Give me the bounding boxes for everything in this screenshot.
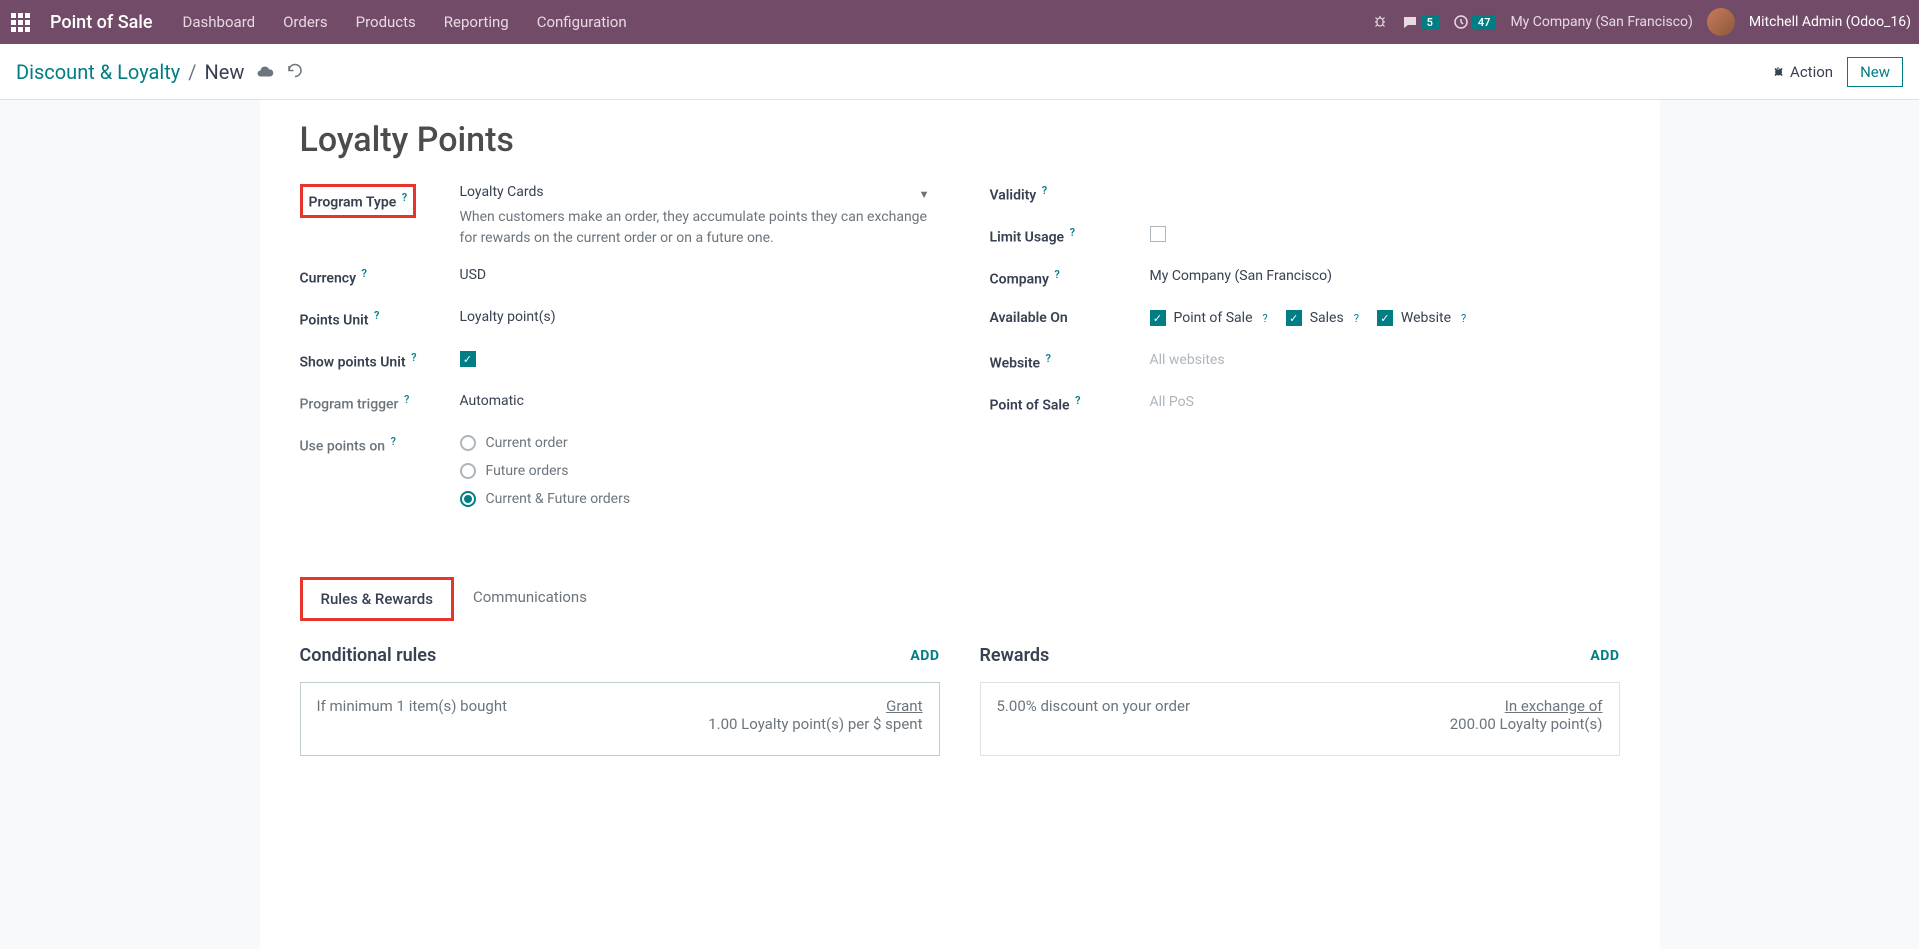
help-icon[interactable]: ? [1070, 226, 1075, 239]
debug-icon[interactable] [1372, 14, 1388, 30]
highlight-rules-tab: Rules & Rewards [300, 577, 454, 621]
limit-usage-checkbox[interactable] [1150, 226, 1166, 242]
validity-label: Validity [990, 188, 1037, 204]
pos-label: Point of Sale [990, 398, 1070, 414]
messaging-icon[interactable]: 5 [1402, 14, 1439, 30]
nav-dashboard[interactable]: Dashboard [183, 13, 256, 31]
reward-exchange-label: In exchange of [1450, 697, 1603, 715]
rule-card[interactable]: If minimum 1 item(s) bought Grant 1.00 L… [300, 682, 940, 756]
main-navbar: Point of Sale Dashboard Orders Products … [0, 0, 1919, 44]
add-reward-button[interactable]: ADD [1590, 648, 1619, 664]
reward-card[interactable]: 5.00% discount on your order In exchange… [980, 682, 1620, 756]
program-trigger-value: Automatic [460, 393, 930, 409]
new-button[interactable]: New [1847, 57, 1903, 87]
available-on-website-checkbox[interactable] [1377, 310, 1393, 326]
help-icon[interactable]: ? [1046, 352, 1051, 365]
user-menu[interactable]: Mitchell Admin (Odoo_16) [1749, 14, 1911, 30]
control-panel: Discount & Loyalty / New Action New [0, 44, 1919, 100]
help-icon[interactable]: ? [404, 393, 409, 406]
reward-exchange-value: 200.00 Loyalty point(s) [1450, 715, 1603, 733]
help-icon[interactable]: ? [1263, 312, 1268, 325]
pos-value[interactable]: All PoS [1150, 394, 1620, 410]
radio-future-orders[interactable] [460, 463, 476, 479]
rewards-title: Rewards [980, 645, 1050, 666]
help-icon[interactable]: ? [362, 267, 367, 280]
nav-reporting[interactable]: Reporting [444, 13, 509, 31]
available-on-label: Available On [990, 310, 1068, 326]
discard-icon[interactable] [286, 63, 304, 81]
form-sheet: Loyalty Points Program Type ? Loyalty Ca… [260, 100, 1660, 949]
company-switcher[interactable]: My Company (San Francisco) [1510, 14, 1692, 30]
use-points-on-label: Use points on [300, 439, 386, 455]
help-icon[interactable]: ? [391, 435, 396, 448]
nav-products[interactable]: Products [356, 13, 416, 31]
nav-orders[interactable]: Orders [283, 13, 328, 31]
help-icon[interactable]: ? [1075, 394, 1080, 407]
points-unit-label: Points Unit [300, 313, 369, 329]
available-on-website-label: Website [1401, 310, 1451, 326]
add-rule-button[interactable]: ADD [910, 648, 939, 664]
help-icon[interactable]: ? [402, 191, 407, 204]
action-menu-button[interactable]: Action [1771, 63, 1833, 81]
highlight-program-type: Program Type ? [300, 184, 417, 218]
currency-value[interactable]: USD [460, 267, 930, 283]
record-title[interactable]: Loyalty Points [300, 120, 1620, 160]
tab-communications[interactable]: Communications [454, 577, 606, 621]
company-label: Company [990, 272, 1049, 288]
conditional-rules-column: Conditional rules ADD If minimum 1 item(… [300, 645, 940, 756]
available-on-pos-checkbox[interactable] [1150, 310, 1166, 326]
messaging-badge: 5 [1421, 15, 1439, 30]
form-left-column: Program Type ? Loyalty Cards ▼ When cust… [300, 184, 930, 537]
rules-rewards-section: Conditional rules ADD If minimum 1 item(… [300, 645, 1620, 756]
nav-configuration[interactable]: Configuration [537, 13, 627, 31]
website-value[interactable]: All websites [1150, 352, 1620, 368]
apps-menu-icon[interactable] [8, 10, 32, 34]
notebook-tabs: Rules & Rewards Communications [300, 577, 1620, 621]
save-cloud-icon[interactable] [256, 63, 274, 81]
activities-badge: 47 [1472, 15, 1497, 30]
available-on-pos-label: Point of Sale [1174, 310, 1253, 326]
available-on-sales-checkbox[interactable] [1286, 310, 1302, 326]
app-name[interactable]: Point of Sale [50, 12, 153, 33]
help-icon[interactable]: ? [1461, 312, 1466, 325]
company-value[interactable]: My Company (San Francisco) [1150, 268, 1620, 284]
show-points-unit-label: Show points Unit [300, 355, 406, 371]
help-icon[interactable]: ? [411, 351, 416, 364]
conditional-rules-title: Conditional rules [300, 645, 437, 666]
radio-current-future-orders-label: Current & Future orders [486, 491, 631, 507]
tab-rules-rewards[interactable]: Rules & Rewards [303, 580, 451, 618]
help-icon[interactable]: ? [1042, 184, 1047, 197]
radio-current-order-label: Current order [486, 435, 568, 451]
form-right-column: Validity ? Limit Usage ? [990, 184, 1620, 537]
radio-current-order[interactable] [460, 435, 476, 451]
breadcrumb-separator: / [188, 60, 196, 84]
rule-grant-value: 1.00 Loyalty point(s) per $ spent [708, 715, 922, 733]
radio-future-orders-label: Future orders [486, 463, 569, 479]
program-type-label: Program Type [309, 195, 397, 211]
chevron-down-icon[interactable]: ▼ [919, 188, 930, 201]
program-type-description: When customers make an order, they accum… [460, 207, 930, 249]
website-label: Website [990, 356, 1041, 372]
program-type-value[interactable]: Loyalty Cards [460, 184, 544, 201]
limit-usage-label: Limit Usage [990, 230, 1065, 246]
breadcrumb: Discount & Loyalty / New [16, 60, 244, 84]
form-view-scroll[interactable]: Loyalty Points Program Type ? Loyalty Ca… [0, 100, 1919, 949]
help-icon[interactable]: ? [374, 309, 379, 322]
show-points-unit-checkbox[interactable] [460, 351, 476, 367]
rule-condition: If minimum 1 item(s) bought [317, 697, 508, 715]
reward-description: 5.00% discount on your order [997, 697, 1191, 715]
activities-icon[interactable]: 47 [1453, 14, 1497, 30]
user-avatar-icon[interactable] [1707, 8, 1735, 36]
currency-label: Currency [300, 271, 357, 287]
available-on-sales-label: Sales [1310, 310, 1344, 326]
breadcrumb-parent[interactable]: Discount & Loyalty [16, 60, 180, 84]
program-trigger-label: Program trigger [300, 397, 399, 413]
help-icon[interactable]: ? [1054, 268, 1059, 281]
breadcrumb-current: New [205, 60, 245, 84]
help-icon[interactable]: ? [1354, 312, 1359, 325]
radio-current-future-orders[interactable] [460, 491, 476, 507]
points-unit-value[interactable]: Loyalty point(s) [460, 309, 930, 325]
rewards-column: Rewards ADD 5.00% discount on your order… [980, 645, 1620, 756]
rule-grant-label: Grant [708, 697, 922, 715]
